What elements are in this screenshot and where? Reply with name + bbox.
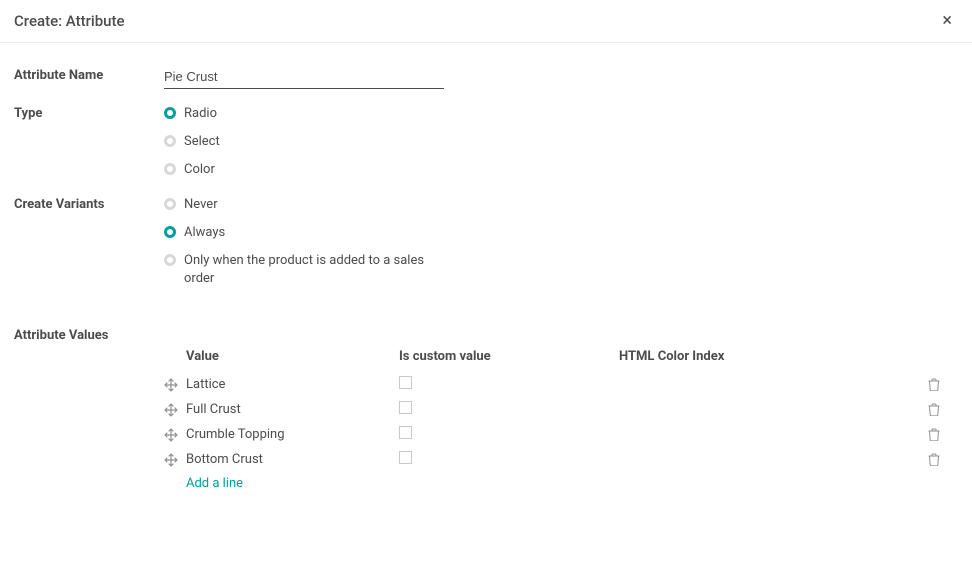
modal-header: Create: Attribute × [0,0,972,43]
radio-dot-icon [164,107,176,119]
delete-row-button[interactable] [928,378,958,391]
modal-body: Attribute Name Type Radio Select Color [0,43,972,511]
radio-label: Select [184,133,220,151]
add-line-row: Add a line [164,472,958,495]
col-color-header: HTML Color Index [619,349,928,364]
radio-label: Never [184,196,218,214]
drag-handle-icon[interactable] [164,453,186,467]
radio-variant-never[interactable]: Never [164,196,454,214]
label-create-variants: Create Variants [14,196,164,289]
radio-variant-only-sales[interactable]: Only when the product is added to a sale… [164,252,454,288]
radio-dot-icon [164,198,176,210]
value-cell[interactable]: Full Crust [186,402,399,417]
table-row: Lattice [164,372,958,397]
radio-label: Only when the product is added to a sale… [184,252,454,288]
is-custom-checkbox[interactable] [399,426,412,439]
add-line-link[interactable]: Add a line [186,476,243,491]
is-custom-checkbox[interactable] [399,401,412,414]
radio-label: Always [184,224,225,242]
custom-cell [399,401,619,418]
custom-cell [399,376,619,393]
label-type: Type [14,105,164,180]
drag-handle-icon[interactable] [164,428,186,442]
radio-variant-always[interactable]: Always [164,224,454,242]
delete-row-button[interactable] [928,453,958,466]
is-custom-checkbox[interactable] [399,376,412,389]
close-button[interactable]: × [938,12,956,30]
row-create-variants: Create Variants Never Always Only when t… [14,196,958,289]
radio-label: Color [184,161,215,179]
label-attribute-values: Attribute Values [14,328,164,343]
radio-type-color[interactable]: Color [164,161,444,179]
radio-dot-icon [164,226,176,238]
type-radio-group: Radio Select Color [164,105,444,180]
label-attribute-name: Attribute Name [14,67,164,89]
table-row: Crumble Topping [164,422,958,447]
delete-row-button[interactable] [928,428,958,441]
attribute-name-input[interactable] [164,67,444,89]
row-attribute-name: Attribute Name [14,67,958,89]
radio-type-radio[interactable]: Radio [164,105,444,123]
table-header-row: Value Is custom value HTML Color Index [164,349,958,364]
row-type: Type Radio Select Color [14,105,958,180]
drag-handle-icon[interactable] [164,403,186,417]
variants-radio-group-wrap: Never Always Only when the product is ad… [164,196,454,289]
value-cell[interactable]: Crumble Topping [186,427,399,442]
table-row: Bottom Crust [164,447,958,472]
custom-cell [399,426,619,443]
table-row: Full Crust [164,397,958,422]
value-cell[interactable]: Lattice [186,377,399,392]
radio-type-select[interactable]: Select [164,133,444,151]
value-cell[interactable]: Bottom Crust [186,452,399,467]
custom-cell [399,451,619,468]
field-attribute-name-wrap [164,67,444,89]
col-custom-header: Is custom value [399,349,619,364]
radio-group-variants: Never Always Only when the product is ad… [164,196,454,289]
modal-title: Create: Attribute [14,12,125,30]
attribute-values-table: Value Is custom value HTML Color Index L… [164,349,958,495]
radio-dot-icon [164,254,176,266]
col-value-header: Value [186,349,399,364]
radio-dot-icon [164,163,176,175]
radio-group-type: Radio Select Color [164,105,444,180]
delete-row-button[interactable] [928,403,958,416]
is-custom-checkbox[interactable] [399,451,412,464]
drag-handle-icon[interactable] [164,378,186,392]
radio-dot-icon [164,135,176,147]
radio-label: Radio [184,105,217,123]
